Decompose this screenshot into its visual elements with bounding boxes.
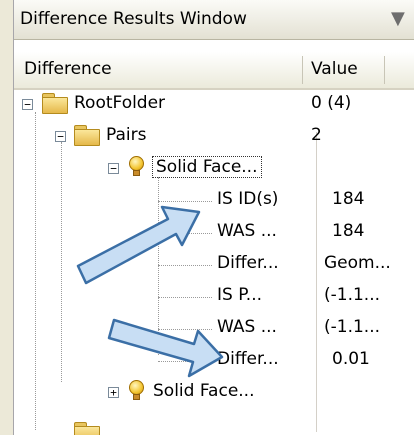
results-tree-panel: Difference Value − RootFolder 0 (4) − Pa… [14, 40, 414, 435]
tree-row-label: IS ID(s) [217, 189, 279, 209]
column-header-difference[interactable]: Difference [24, 59, 112, 79]
tree-row-label: Solid Face... [152, 156, 262, 178]
tree-row-solid-face[interactable]: + Solid Face... [14, 377, 414, 409]
minus-box-icon[interactable]: − [108, 163, 119, 174]
chevron-down-icon[interactable]: ▼ [391, 8, 405, 29]
tree-row-solid-face[interactable]: − Solid Face... [14, 153, 414, 185]
tree-row-label: WAS ... [217, 317, 277, 337]
tree-row-label: Solid Face... [153, 381, 255, 401]
window-titlebar[interactable]: Difference Results Window ▼ [14, 0, 414, 40]
tree-row-partial [14, 412, 414, 435]
tree-row-leaf[interactable]: IS ID(s) 184 [14, 185, 414, 217]
tree-row-label: Differ... [217, 349, 279, 369]
column-divider[interactable] [302, 56, 303, 84]
tree-row-label: Differ... [217, 253, 279, 273]
window-title: Difference Results Window [20, 9, 247, 29]
bulb-icon [128, 380, 146, 402]
tree-row-value: Geom... [324, 253, 391, 273]
tree-row-value: 184 [332, 221, 365, 241]
tree-row-label: WAS ... [217, 221, 277, 241]
tree-row-value: (-1.1... [324, 285, 381, 305]
tree-row-pairs[interactable]: − Pairs 2 [14, 121, 414, 153]
column-header: Difference Value [14, 52, 414, 90]
tree-row-value: 184 [332, 189, 365, 209]
tree-row-value: 2 [311, 125, 322, 145]
folder-icon [74, 422, 100, 435]
plus-box-icon[interactable]: + [108, 387, 119, 398]
tree-row-leaf[interactable]: WAS ... 184 [14, 217, 414, 249]
tree-row-leaf[interactable]: Differ... Geom... [14, 249, 414, 281]
tree-row-value: (-1.1... [324, 317, 381, 337]
minus-box-icon[interactable]: − [55, 131, 66, 142]
minus-box-icon[interactable]: − [22, 99, 33, 110]
tree-row-leaf[interactable]: Differ... 0.01 [14, 345, 414, 377]
column-header-value[interactable]: Value [311, 59, 358, 79]
bulb-icon [128, 156, 146, 178]
tree-row-value: 0 (4) [311, 93, 352, 113]
tree-row-rootfolder[interactable]: − RootFolder 0 (4) [14, 89, 414, 121]
tree-row-leaf[interactable]: IS P... (-1.1... [14, 281, 414, 313]
folder-icon [42, 93, 68, 114]
window-left-border [0, 0, 14, 435]
tree-row-value: 0.01 [332, 349, 370, 369]
tree-row-leaf[interactable]: WAS ... (-1.1... [14, 313, 414, 345]
tree-row-label: IS P... [217, 285, 263, 305]
tree-row-label: RootFolder [74, 93, 166, 113]
tree-row-label: Pairs [106, 125, 147, 145]
folder-icon [74, 125, 100, 146]
column-divider[interactable] [384, 56, 385, 84]
